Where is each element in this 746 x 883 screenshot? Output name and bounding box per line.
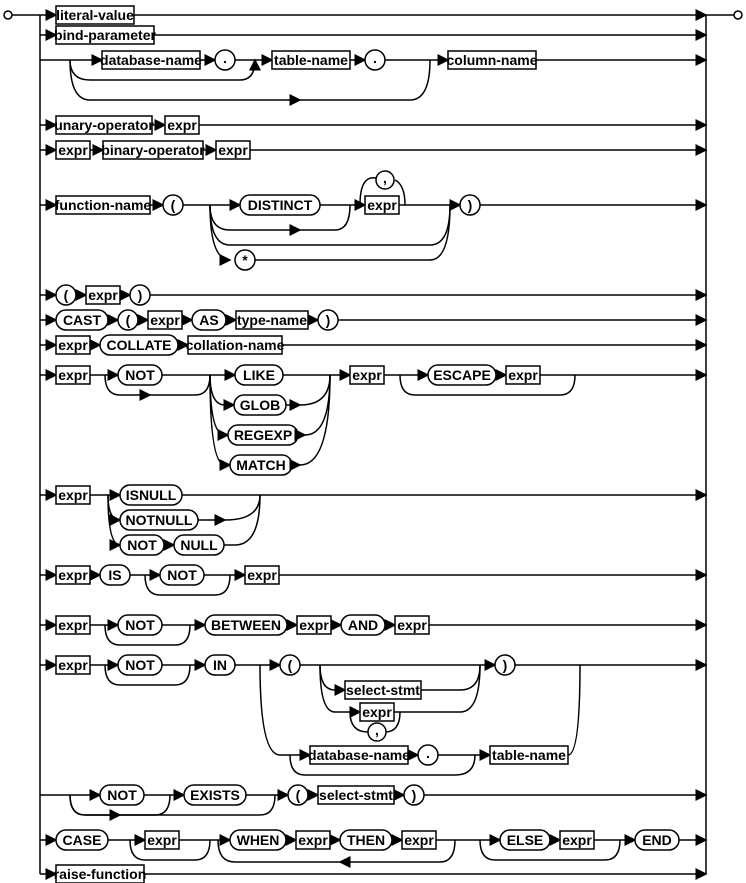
svg-text:expr: expr (404, 832, 434, 848)
row-paren-expr: ( expr ) (40, 285, 706, 305)
svg-text:.: . (426, 745, 430, 761)
svg-text:expr: expr (88, 287, 118, 303)
row-case: CASE expr WHEN expr THEN expr ELSE expr … (40, 830, 706, 862)
svg-text:ELSE: ELSE (507, 832, 544, 848)
svg-text:(: ( (171, 197, 176, 213)
svg-text:raise-function: raise-function (54, 866, 147, 882)
row-function: function-name ( DISTINCT expr , * ) (40, 170, 706, 270)
svg-text:database-name: database-name (100, 52, 202, 68)
svg-text:LIKE: LIKE (243, 367, 275, 383)
svg-text:unary-operator: unary-operator (54, 117, 154, 133)
svg-text:expr: expr (352, 367, 382, 383)
svg-text:WHEN: WHEN (237, 832, 280, 848)
svg-text:EXISTS: EXISTS (190, 787, 240, 803)
svg-text:BETWEEN: BETWEEN (211, 617, 281, 633)
svg-text:NOTNULL: NOTNULL (126, 512, 193, 528)
row-collate: expr COLLATE collation-name (40, 335, 706, 355)
svg-text:expr: expr (147, 832, 177, 848)
svg-text:IN: IN (213, 657, 227, 673)
svg-text:(: ( (64, 287, 69, 303)
svg-text:END: END (642, 832, 672, 848)
svg-text:literal-value: literal-value (56, 7, 134, 23)
row-unary: unary-operator expr (40, 116, 706, 134)
row-between: expr NOT BETWEEN expr AND expr (40, 615, 706, 645)
svg-text:expr: expr (218, 142, 248, 158)
svg-text:expr: expr (167, 117, 197, 133)
row-null-test: expr ISNULL NOTNULL NOT NULL (40, 485, 706, 555)
svg-text:(: ( (296, 787, 301, 803)
svg-text:expr: expr (298, 832, 328, 848)
svg-text:select-stmt: select-stmt (346, 682, 420, 698)
svg-text:): ) (138, 287, 143, 303)
svg-text:NOT: NOT (125, 617, 155, 633)
svg-text:,: , (375, 722, 379, 738)
svg-text:): ) (412, 787, 417, 803)
svg-text:collation-name: collation-name (186, 337, 285, 353)
svg-text:expr: expr (362, 704, 392, 720)
svg-text:(: ( (126, 312, 131, 328)
svg-text:type-name: type-name (237, 312, 307, 328)
svg-text:binary-operator: binary-operator (101, 142, 205, 158)
row-bind-parameter: bind-parameter (40, 26, 706, 44)
svg-text:NOT: NOT (107, 787, 137, 803)
svg-text:NULL: NULL (180, 537, 218, 553)
svg-text:expr: expr (58, 337, 88, 353)
row-binary: expr binary-operator expr (40, 141, 706, 159)
row-raise: raise-function (40, 865, 706, 883)
svg-text:expr: expr (58, 567, 88, 583)
svg-text:ESCAPE: ESCAPE (433, 367, 491, 383)
svg-text:expr: expr (150, 312, 180, 328)
svg-text:DISTINCT: DISTINCT (248, 197, 313, 213)
svg-text:GLOB: GLOB (240, 397, 280, 413)
svg-text:function-name: function-name (55, 197, 152, 213)
row-is: expr IS NOT expr (40, 565, 706, 595)
svg-text:expr: expr (58, 142, 88, 158)
svg-text:.: . (223, 50, 227, 66)
svg-text:): ) (326, 312, 331, 328)
row-literal-value: literal-value (40, 6, 706, 24)
svg-text:.: . (373, 50, 377, 66)
svg-text:AND: AND (348, 617, 378, 633)
row-like: expr NOT LIKE GLOB REGEXP MATCH expr ESC… (40, 365, 706, 475)
svg-text:expr: expr (562, 832, 592, 848)
svg-text:expr: expr (247, 567, 277, 583)
svg-text:CAST: CAST (63, 312, 102, 328)
svg-text:THEN: THEN (347, 832, 385, 848)
svg-text:*: * (242, 252, 248, 268)
svg-text:column-name: column-name (446, 52, 537, 68)
svg-text:expr: expr (508, 367, 538, 383)
svg-text:table-name: table-name (274, 52, 348, 68)
svg-text:database-name: database-name (308, 747, 410, 763)
svg-text:): ) (503, 657, 508, 673)
svg-text:NOT: NOT (125, 367, 155, 383)
svg-text:(: ( (288, 657, 293, 673)
svg-text:NOT: NOT (167, 567, 197, 583)
svg-text:,: , (383, 170, 387, 186)
svg-text:NOT: NOT (127, 537, 157, 553)
svg-text:IS: IS (108, 567, 121, 583)
svg-text:expr: expr (367, 197, 397, 213)
svg-text:expr: expr (58, 657, 88, 673)
svg-text:): ) (468, 197, 473, 213)
svg-text:ISNULL: ISNULL (126, 487, 177, 503)
svg-text:MATCH: MATCH (236, 457, 286, 473)
svg-text:expr: expr (299, 617, 329, 633)
row-cast: CAST ( expr AS type-name ) (40, 310, 706, 330)
svg-text:AS: AS (199, 312, 218, 328)
svg-text:table-name: table-name (492, 747, 566, 763)
row-column-ref: database-name . table-name . column-name (40, 50, 706, 100)
svg-text:NOT: NOT (125, 657, 155, 673)
svg-text:COLLATE: COLLATE (106, 337, 171, 353)
svg-text:expr: expr (58, 617, 88, 633)
row-exists: NOT EXISTS ( select-stmt ) (40, 785, 706, 815)
row-in: expr NOT IN ( select-stmt expr , ) datab… (40, 655, 706, 775)
svg-text:expr: expr (397, 617, 427, 633)
svg-text:CASE: CASE (63, 832, 102, 848)
svg-text:select-stmt: select-stmt (319, 787, 393, 803)
svg-text:REGEXP: REGEXP (234, 427, 292, 443)
svg-text:expr: expr (58, 367, 88, 383)
svg-text:expr: expr (58, 487, 88, 503)
svg-text:bind-parameter: bind-parameter (54, 27, 156, 43)
